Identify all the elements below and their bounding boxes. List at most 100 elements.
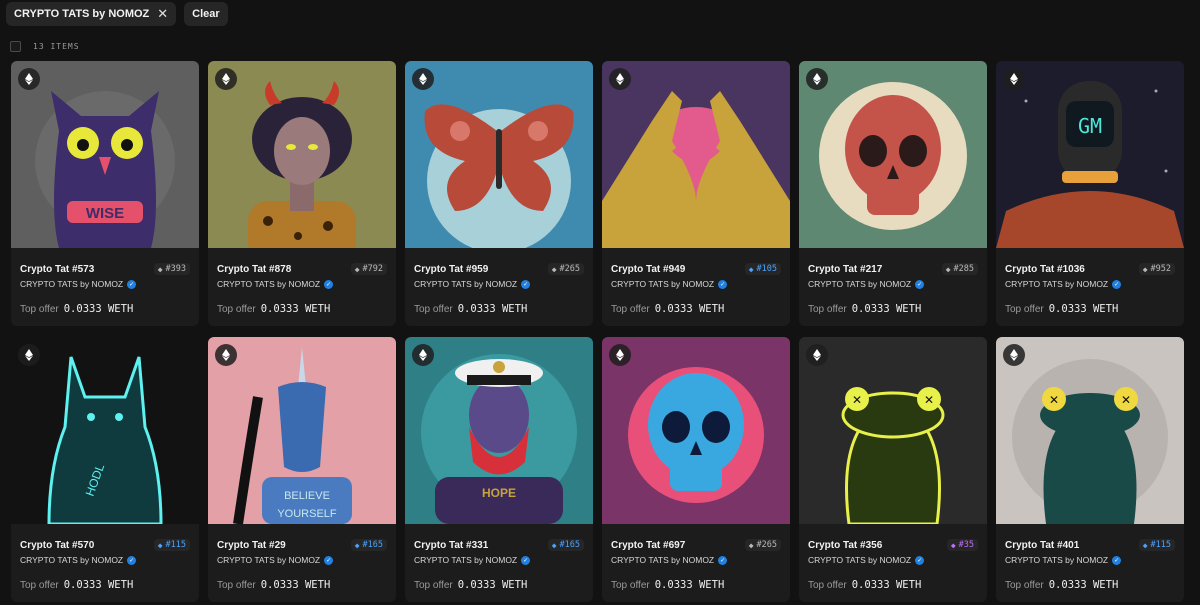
top-offer: Top offer 0.0333 WETH <box>414 303 584 315</box>
nft-image[interactable] <box>405 61 593 248</box>
rarity-rank: #285 <box>953 264 974 274</box>
nft-name: Crypto Tat #29 <box>217 539 286 551</box>
nft-image[interactable] <box>602 337 790 524</box>
ethereum-icon <box>806 344 828 366</box>
diamond-icon: ◆ <box>551 264 557 274</box>
filter-bar: CRYPTO TATS by NOMOZ ✕ Clear <box>6 2 228 26</box>
rarity-rank: #265 <box>756 540 777 550</box>
top-offer-price: 0.0333 WETH <box>260 579 331 591</box>
top-offer: Top offer 0.0333 WETH <box>611 303 781 315</box>
nft-name: Crypto Tat #331 <box>414 539 489 551</box>
collection-row[interactable]: CRYPTO TATS by NOMOZ ✓ <box>611 279 781 289</box>
collection-name: CRYPTO TATS by NOMOZ <box>217 279 321 289</box>
verified-icon: ✓ <box>324 279 334 289</box>
top-offer-price: 0.0333 WETH <box>457 579 528 591</box>
top-offer-label: Top offer <box>20 304 59 315</box>
ethereum-icon <box>215 68 237 90</box>
diamond-icon: ◆ <box>748 264 754 274</box>
nft-image[interactable]: HODL <box>11 337 199 524</box>
nft-image[interactable] <box>602 61 790 248</box>
collection-row[interactable]: CRYPTO TATS by NOMOZ ✓ <box>1005 555 1175 565</box>
nft-artwork: WISE <box>11 61 199 248</box>
collection-row[interactable]: CRYPTO TATS by NOMOZ ✓ <box>20 279 190 289</box>
collection-row[interactable]: CRYPTO TATS by NOMOZ ✓ <box>611 555 781 565</box>
diamond-icon: ◆ <box>551 540 557 550</box>
rarity-badge: ◆ #105 <box>744 263 781 275</box>
collection-name: CRYPTO TATS by NOMOZ <box>414 555 518 565</box>
verified-icon: ✓ <box>127 555 137 565</box>
nft-card[interactable]: ✕ ✕ Crypto Tat #356 ◆ #35 CRYPTO TATS by … <box>799 337 987 602</box>
nft-card[interactable]: ✕ ✕ Crypto Tat #401 ◆ #115 CRYPTO TATS by… <box>996 337 1184 602</box>
nft-name: Crypto Tat #217 <box>808 263 883 275</box>
verified-icon: ✓ <box>718 279 728 289</box>
svg-text:BELIEVE: BELIEVE <box>284 490 330 502</box>
collection-row[interactable]: CRYPTO TATS by NOMOZ ✓ <box>414 555 584 565</box>
top-offer: Top offer 0.0333 WETH <box>1005 303 1175 315</box>
nft-image[interactable]: ✕ ✕ <box>799 337 987 524</box>
svg-text:✕: ✕ <box>924 393 934 407</box>
collection-row[interactable]: CRYPTO TATS by NOMOZ ✓ <box>808 279 978 289</box>
ethereum-icon <box>18 68 40 90</box>
diamond-icon: ◆ <box>1142 264 1148 274</box>
nft-image[interactable]: WISE <box>11 61 199 248</box>
nft-card[interactable]: WISE Crypto Tat #573 ◆ #393 CRYPTO TATS b… <box>11 61 199 326</box>
nft-artwork: HODL <box>11 337 199 524</box>
nft-card[interactable]: Crypto Tat #878 ◆ #792 CRYPTO TATS by NOM… <box>208 61 396 326</box>
collection-row[interactable]: CRYPTO TATS by NOMOZ ✓ <box>808 555 978 565</box>
top-offer-price: 0.0333 WETH <box>1048 303 1119 315</box>
nft-card[interactable]: Crypto Tat #959 ◆ #265 CRYPTO TATS by NOM… <box>405 61 593 326</box>
nft-artwork <box>208 61 396 248</box>
nft-name: Crypto Tat #356 <box>808 539 883 551</box>
top-offer: Top offer 0.0333 WETH <box>20 579 190 591</box>
ethereum-icon <box>18 344 40 366</box>
nft-image[interactable]: HOPE <box>405 337 593 524</box>
top-offer: Top offer 0.0333 WETH <box>20 303 190 315</box>
collection-name: CRYPTO TATS by NOMOZ <box>1005 279 1109 289</box>
collection-row[interactable]: CRYPTO TATS by NOMOZ ✓ <box>414 279 584 289</box>
top-offer-label: Top offer <box>414 580 453 591</box>
top-offer: Top offer 0.0333 WETH <box>217 303 387 315</box>
collection-row[interactable]: CRYPTO TATS by NOMOZ ✓ <box>217 279 387 289</box>
ethereum-icon <box>215 344 237 366</box>
item-count: 13 ITEMS <box>33 42 80 51</box>
top-offer-price: 0.0333 WETH <box>457 303 528 315</box>
diamond-icon: ◆ <box>950 540 956 550</box>
nft-image[interactable] <box>208 61 396 248</box>
nft-image[interactable]: ✕ ✕ <box>996 337 1184 524</box>
nft-image[interactable] <box>799 61 987 248</box>
nft-image[interactable]: BELIEVE YOURSELF <box>208 337 396 524</box>
top-offer-price: 0.0333 WETH <box>1048 579 1119 591</box>
clear-button[interactable]: Clear <box>184 2 228 26</box>
collection-filter-chip[interactable]: CRYPTO TATS by NOMOZ ✕ <box>6 2 177 26</box>
top-offer-label: Top offer <box>1005 304 1044 315</box>
nft-card[interactable]: HODL Crypto Tat #570 ◆ #115 CRYPTO TATS b… <box>11 337 199 602</box>
nft-card[interactable]: GM Crypto Tat #1036 ◆ #952 CRYPTO TATS by… <box>996 61 1184 326</box>
nft-card[interactable]: BELIEVE YOURSELF Crypto Tat #29 ◆ #165 CR… <box>208 337 396 602</box>
nft-card[interactable]: Crypto Tat #217 ◆ #285 CRYPTO TATS by NOM… <box>799 61 987 326</box>
results-header: 13 ITEMS <box>10 41 80 52</box>
close-icon[interactable]: ✕ <box>157 6 168 22</box>
nft-name: Crypto Tat #697 <box>611 539 686 551</box>
nft-card[interactable]: HOPE Crypto Tat #331 ◆ #165 CRYPTO TATS b… <box>405 337 593 602</box>
diamond-icon: ◆ <box>157 264 163 274</box>
top-offer-price: 0.0333 WETH <box>654 303 725 315</box>
collection-name: CRYPTO TATS by NOMOZ <box>20 555 124 565</box>
collection-name: CRYPTO TATS by NOMOZ <box>808 279 912 289</box>
verified-icon: ✓ <box>521 279 531 289</box>
nft-name: Crypto Tat #949 <box>611 263 686 275</box>
top-offer: Top offer 0.0333 WETH <box>611 579 781 591</box>
collection-name: CRYPTO TATS by NOMOZ <box>414 279 518 289</box>
nft-card[interactable]: Crypto Tat #697 ◆ #265 CRYPTO TATS by NOM… <box>602 337 790 602</box>
nft-image[interactable]: GM <box>996 61 1184 248</box>
collection-row[interactable]: CRYPTO TATS by NOMOZ ✓ <box>20 555 190 565</box>
collection-row[interactable]: CRYPTO TATS by NOMOZ ✓ <box>1005 279 1175 289</box>
select-all-checkbox[interactable] <box>10 41 21 52</box>
rarity-rank: #115 <box>1150 540 1171 550</box>
nft-card[interactable]: Crypto Tat #949 ◆ #105 CRYPTO TATS by NOM… <box>602 61 790 326</box>
svg-text:YOURSELF: YOURSELF <box>277 508 337 520</box>
rarity-badge: ◆ #35 <box>946 539 978 551</box>
nft-artwork: HOPE <box>405 337 593 524</box>
nft-name: Crypto Tat #570 <box>20 539 95 551</box>
collection-row[interactable]: CRYPTO TATS by NOMOZ ✓ <box>217 555 387 565</box>
rarity-badge: ◆ #165 <box>547 539 584 551</box>
